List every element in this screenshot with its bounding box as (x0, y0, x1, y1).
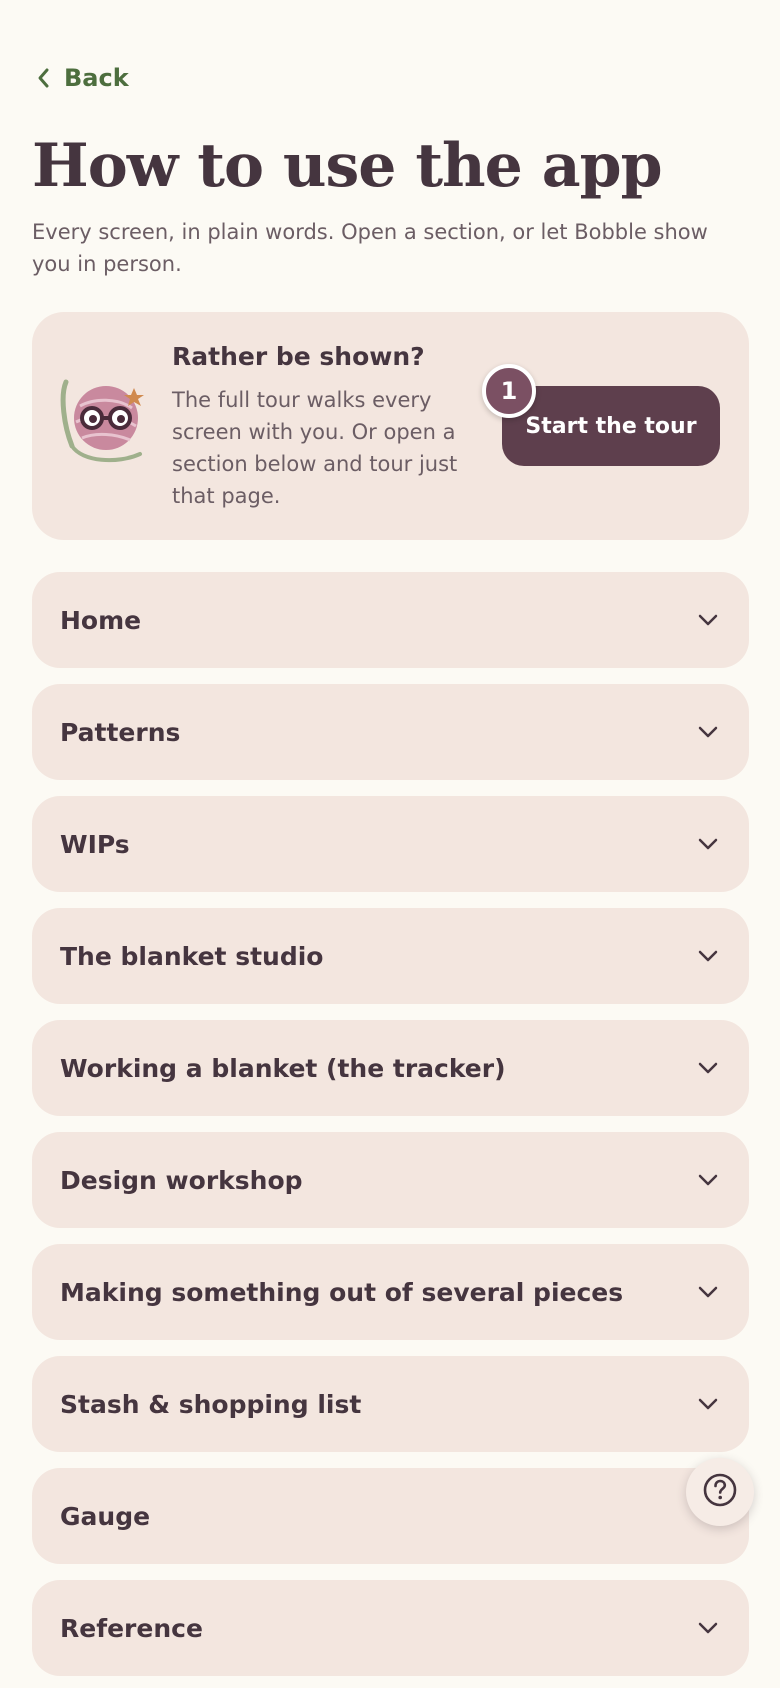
chevron-left-icon (36, 67, 52, 89)
chevron-down-icon (697, 1621, 719, 1635)
back-link[interactable]: Back (36, 64, 129, 92)
section-patterns[interactable]: Patterns (32, 684, 749, 780)
section-label: WIPs (60, 829, 130, 859)
step-badge: 1 (482, 364, 536, 418)
section-label: Making something out of several pieces (60, 1277, 624, 1307)
chevron-down-icon (697, 1061, 719, 1075)
section-blanket-studio[interactable]: The blanket studio (32, 908, 749, 1004)
section-gauge[interactable]: Gauge (32, 1468, 749, 1564)
section-home[interactable]: Home (32, 572, 749, 668)
chevron-down-icon (697, 1285, 719, 1299)
section-label: Reference (60, 1613, 203, 1643)
section-several-pieces[interactable]: Making something out of several pieces (32, 1244, 749, 1340)
section-label: Design workshop (60, 1165, 303, 1195)
section-label: Stash & shopping list (60, 1389, 362, 1419)
tour-description: The full tour walks every screen with yo… (172, 388, 458, 508)
section-label: Gauge (60, 1501, 151, 1531)
section-label: Working a blanket (the tracker) (60, 1053, 506, 1083)
chevron-down-icon (697, 1397, 719, 1411)
chevron-down-icon (697, 725, 719, 739)
section-wips[interactable]: WIPs (32, 796, 749, 892)
chevron-down-icon (697, 613, 719, 627)
section-design-workshop[interactable]: Design workshop (32, 1132, 749, 1228)
tour-card: Rather be shown? The full tour walks eve… (32, 312, 749, 540)
back-label: Back (64, 64, 129, 92)
chevron-down-icon (697, 949, 719, 963)
page-subtitle: Every screen, in plain words. Open a sec… (32, 220, 708, 276)
help-button[interactable] (686, 1458, 754, 1526)
chevron-down-icon (697, 1173, 719, 1187)
question-mark-icon (702, 1472, 738, 1512)
page-title: How to use the app (32, 131, 663, 201)
section-label: Home (60, 605, 142, 635)
yarn-ball-mascot-icon (58, 376, 150, 472)
section-list: Home Patterns WIPs The blanket studio Wo… (32, 572, 749, 1676)
chevron-down-icon (697, 837, 719, 851)
section-reference[interactable]: Reference (32, 1580, 749, 1676)
tour-heading: Rather be shown? (172, 342, 425, 371)
section-label: The blanket studio (60, 941, 324, 971)
section-label: Patterns (60, 717, 181, 747)
section-stash-shopping[interactable]: Stash & shopping list (32, 1356, 749, 1452)
section-blanket-tracker[interactable]: Working a blanket (the tracker) (32, 1020, 749, 1116)
